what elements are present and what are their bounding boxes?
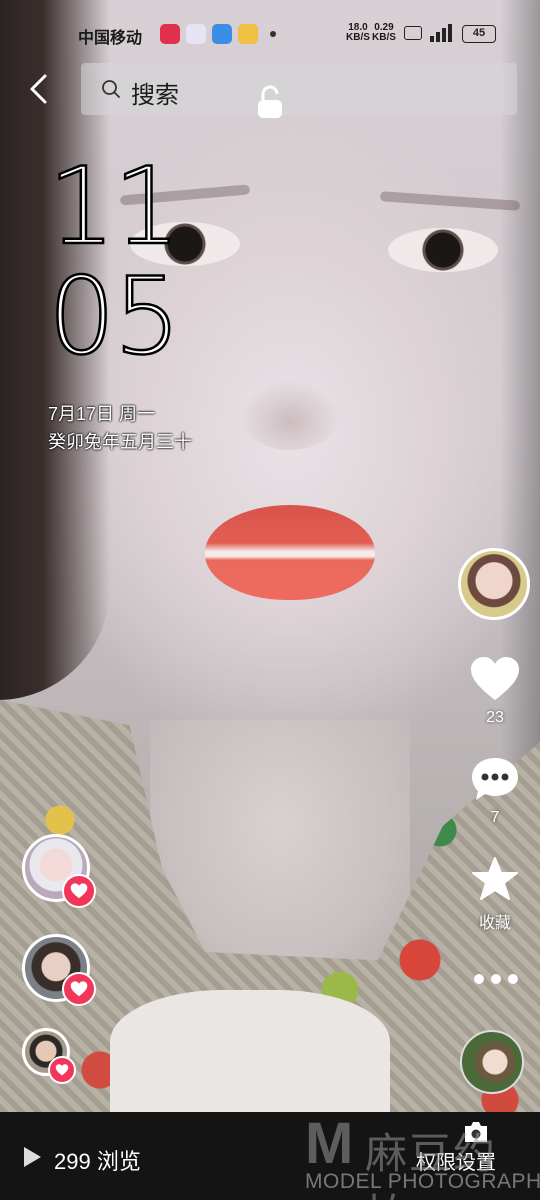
heart-icon: [55, 1064, 69, 1076]
chevron-left-icon: [30, 74, 47, 104]
back-button[interactable]: [24, 72, 58, 106]
hd-call-icon: [404, 26, 422, 40]
comment-count: 7: [490, 809, 500, 826]
heart-icon: [70, 883, 88, 899]
weather-icon: [212, 24, 232, 44]
camera-icon[interactable]: [462, 1120, 490, 1144]
search-input[interactable]: 搜索: [81, 63, 517, 115]
heart-icon: [70, 981, 88, 997]
liker-heart-badge-2: [62, 972, 96, 1006]
net-speed-2: 0.29 KB/S: [372, 22, 396, 43]
photo-eye-right: [388, 228, 498, 272]
lunar-date-line: 癸卯兔年五月三十: [48, 432, 192, 452]
creator-avatar[interactable]: [458, 548, 530, 620]
star-icon: [472, 857, 518, 900]
carrier-label: 中国移动: [78, 30, 143, 47]
favorite-label: 收藏: [478, 915, 511, 932]
bottom-bar: 299 浏览 权限设置: [0, 1112, 540, 1200]
battery-icon: 45: [462, 25, 496, 43]
date-block: 7月17日 周一 癸卯兔年五月三十: [48, 400, 192, 456]
related-avatar[interactable]: [460, 1030, 524, 1094]
photo-nose: [240, 380, 340, 450]
photo-shirt: [110, 990, 390, 1112]
like-button[interactable]: 23: [460, 656, 530, 727]
liker-heart-badge-1: [62, 874, 96, 908]
clock-minute: 05: [47, 255, 182, 378]
ai-assistant-icon: [186, 24, 206, 44]
play-icon: [24, 1147, 41, 1167]
net-speed-1: 18.0 KB/S: [346, 22, 370, 43]
date-line: 7月17日 周一: [48, 404, 156, 424]
heart-icon: [471, 657, 519, 700]
permission-settings-button[interactable]: 权限设置: [416, 1146, 496, 1175]
status-bar: 中国移动 18.0 KB/S 0.29 KB/S 45: [0, 20, 540, 50]
photo-lips: [205, 505, 375, 600]
taobao-app-icon: [160, 24, 180, 44]
clock-hour: 11: [47, 145, 182, 268]
comment-icon: [472, 758, 518, 800]
liker-heart-badge-3: [48, 1056, 76, 1084]
wallet-icon: [238, 24, 258, 44]
unlock-icon: [258, 85, 282, 118]
view-count: 299 浏览: [54, 1149, 141, 1174]
more-notifications-dot: [270, 31, 276, 37]
favorite-button[interactable]: 收藏: [460, 856, 530, 933]
like-count: 23: [486, 709, 504, 726]
more-options-button[interactable]: [474, 972, 518, 986]
signal-icon: [430, 24, 458, 42]
comment-button[interactable]: 7: [460, 756, 530, 827]
search-icon: [102, 80, 120, 98]
search-placeholder: 搜索: [131, 82, 179, 109]
